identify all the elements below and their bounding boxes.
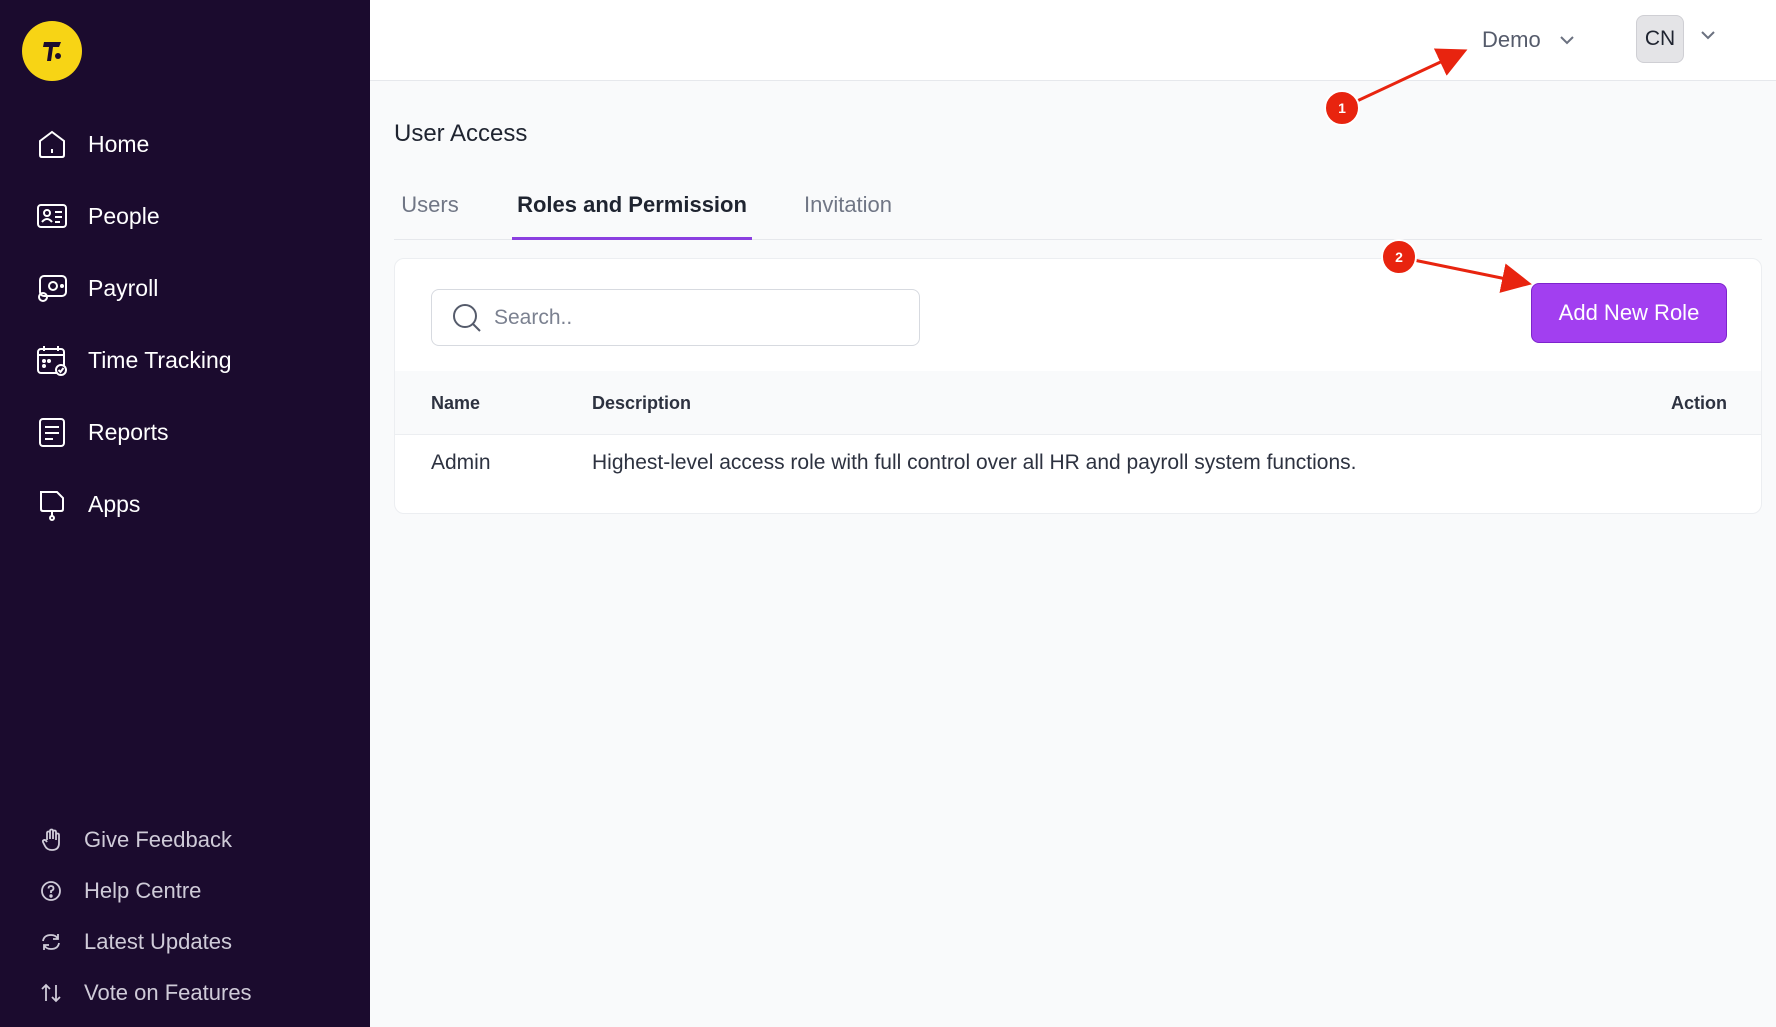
nav-item-home[interactable]: Home (34, 122, 149, 166)
id-card-icon (34, 198, 70, 234)
page-title: User Access (394, 120, 528, 147)
footer-item-give-feedback[interactable]: Give Feedback (38, 822, 232, 858)
nav-item-payroll[interactable]: Payroll (34, 266, 158, 310)
help-icon (38, 878, 64, 904)
annotation-number: 1 (1338, 100, 1346, 116)
nav-label: Reports (88, 418, 169, 445)
search-box[interactable] (431, 289, 920, 346)
logo-mark-icon (43, 42, 61, 61)
chevron-down-icon[interactable] (1700, 30, 1716, 40)
tab-bar: Users Roles and Permission Invitation (394, 186, 1762, 240)
column-header-name: Name (431, 393, 481, 413)
company-name: Demo (1482, 27, 1541, 52)
role-name: Admin (431, 451, 491, 474)
nav-label: Payroll (88, 274, 159, 301)
nav-item-reports[interactable]: Reports (34, 410, 169, 454)
roles-card: Add New Role Name Description Action Adm… (394, 258, 1762, 514)
nav-label: Apps (88, 490, 141, 517)
nav-label: People (88, 202, 160, 229)
tab-invitation[interactable]: Invitation (798, 186, 898, 240)
add-new-role-button[interactable]: Add New Role (1531, 283, 1727, 343)
footer-label: Help Centre (84, 878, 202, 903)
nav-label: Time Tracking (88, 346, 232, 373)
hand-icon (38, 827, 64, 853)
search-input[interactable] (494, 305, 914, 330)
avatar[interactable]: CN (1636, 15, 1684, 63)
footer-label: Latest Updates (84, 929, 232, 954)
apps-icon (34, 486, 70, 522)
report-icon (34, 414, 70, 450)
tab-roles-and-permission[interactable]: Roles and Permission (512, 186, 752, 240)
nav-label: Home (88, 130, 150, 157)
role-description: Highest-level access role with full cont… (592, 451, 1357, 474)
column-header-action: Action (1671, 393, 1727, 413)
footer-label: Vote on Features (84, 980, 252, 1005)
annotation-marker (1324, 90, 1360, 126)
table-header: Name Description Action (395, 371, 1761, 435)
search-icon (453, 303, 481, 332)
company-switcher[interactable]: Demo (1482, 22, 1575, 58)
footer-item-help-centre[interactable]: Help Centre (38, 873, 201, 909)
payroll-icon (34, 270, 70, 306)
chevron-down-icon (1559, 36, 1574, 45)
nav-item-people[interactable]: People (34, 194, 160, 238)
sidebar: Home People Payroll Time Tracking Report… (0, 0, 370, 1027)
arrows-vote-icon (38, 980, 64, 1006)
column-header-description: Description (592, 393, 692, 413)
top-bar: Demo CN (370, 0, 1776, 81)
nav-item-time-tracking[interactable]: Time Tracking (34, 338, 232, 382)
footer-item-latest-updates[interactable]: Latest Updates (38, 924, 232, 960)
refresh-icon (38, 929, 64, 955)
home-icon (34, 126, 70, 162)
tab-users[interactable]: Users (394, 186, 466, 240)
footer-item-vote-on-features[interactable]: Vote on Features (38, 975, 252, 1011)
app-logo[interactable] (22, 21, 82, 81)
table-row[interactable]: Admin Highest-level access role with ful… (395, 435, 1761, 491)
nav-item-apps[interactable]: Apps (34, 482, 140, 526)
footer-label: Give Feedback (84, 827, 232, 852)
calendar-check-icon (34, 342, 70, 378)
